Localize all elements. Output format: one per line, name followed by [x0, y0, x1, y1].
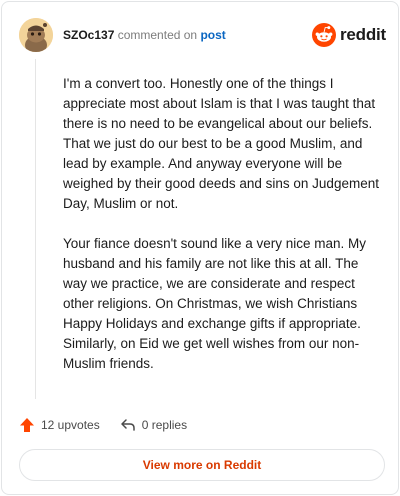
- comment-paragraph: Your fiance doesn't sound like a very ni…: [63, 236, 366, 371]
- reply-stat[interactable]: 0 replies: [120, 417, 187, 433]
- view-more-button[interactable]: View more on Reddit: [19, 449, 385, 481]
- upvote-arrow-icon: [20, 418, 34, 432]
- user-avatar[interactable]: [19, 18, 53, 52]
- thread-line[interactable]: [35, 59, 36, 399]
- snoo-avatar-icon: [19, 18, 53, 52]
- comment-embed-card: SZOc137 commented on post reddit I'm a c…: [1, 1, 399, 495]
- comment-header: SZOc137 commented on post: [63, 28, 226, 42]
- comment-body: I'm a convert too. Honestly one of the t…: [63, 74, 385, 394]
- post-link[interactable]: post: [200, 28, 225, 42]
- comment-paragraph: I'm a convert too. Honestly one of the t…: [63, 76, 379, 211]
- upvote-stat[interactable]: 12 upvotes: [19, 417, 100, 433]
- reddit-wordmark: reddit: [340, 25, 387, 44]
- upvote-count: 12 upvotes: [41, 418, 100, 432]
- reddit-snoo-icon: [312, 23, 336, 47]
- reddit-logo[interactable]: reddit: [312, 22, 386, 48]
- reply-arrow-icon: [120, 419, 135, 431]
- action-text: commented on: [117, 28, 198, 42]
- reply-count: 0 replies: [141, 418, 188, 432]
- comment-footer: 12 upvotes 0 replies: [19, 415, 207, 435]
- username[interactable]: SZOc137: [63, 28, 114, 42]
